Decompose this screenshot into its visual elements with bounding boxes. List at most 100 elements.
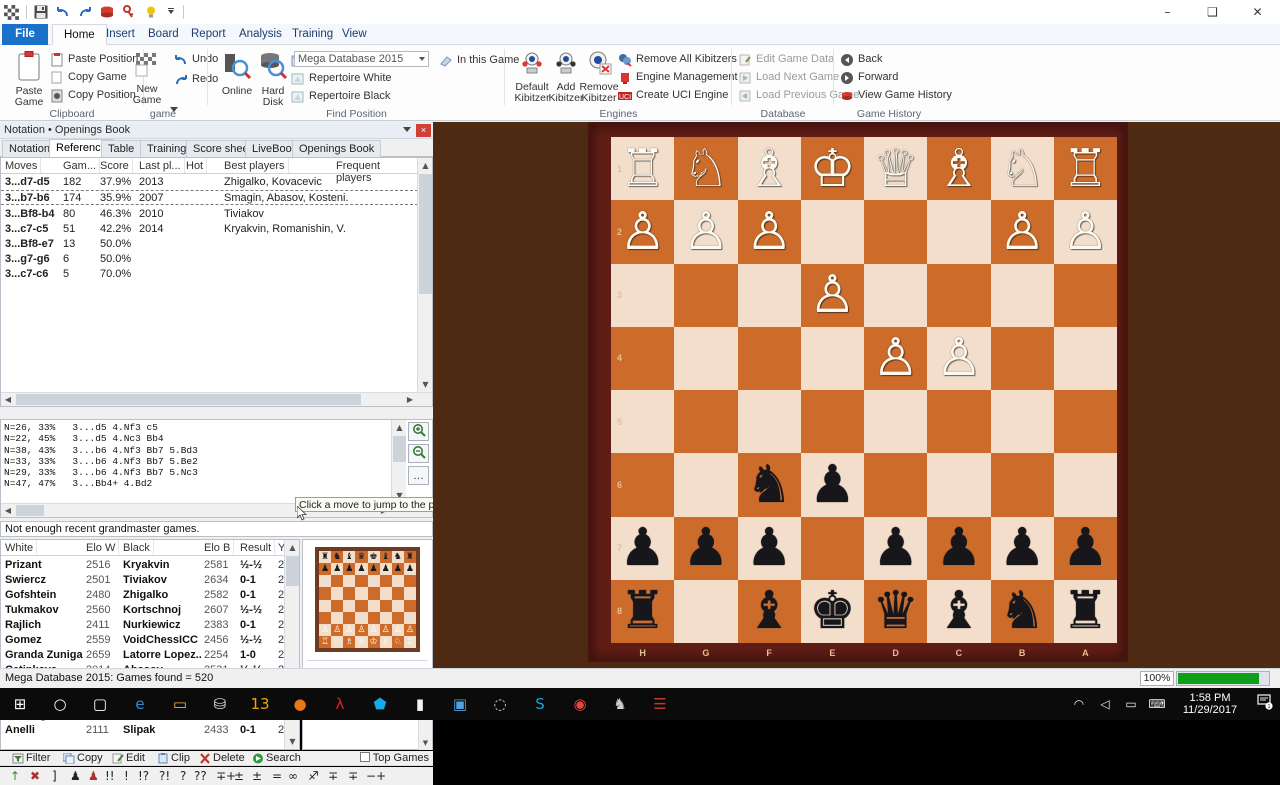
more-options-icon[interactable] bbox=[166, 5, 176, 20]
table-row[interactable]: Rajlich 2411 Nurkiewicz 2383 0-1 2 bbox=[1, 618, 286, 633]
symbol-pawn-red[interactable]: ♟ bbox=[88, 769, 99, 783]
photo-app-icon[interactable]: ▣ bbox=[440, 688, 480, 720]
chess-piece-k[interactable]: ♚ bbox=[809, 585, 856, 637]
variation-line[interactable]: N=22, 45% 3...d5 4.Nc3 Bb4 bbox=[4, 433, 164, 444]
reference-vertical-scrollbar[interactable]: ▲ ▼ bbox=[417, 158, 432, 392]
tab-view[interactable]: View bbox=[331, 24, 378, 45]
column-best-players[interactable]: Best players bbox=[224, 160, 285, 172]
symbol-black-big[interactable]: −+ bbox=[366, 769, 386, 783]
board-square-b2[interactable]: ♙ bbox=[991, 200, 1054, 263]
maximize-button[interactable]: ❑ bbox=[1190, 0, 1235, 24]
column-elo-w[interactable]: Elo W bbox=[86, 542, 115, 554]
chess-piece-r[interactable]: ♜ bbox=[619, 585, 666, 637]
acrobat-reader-icon[interactable]: λ bbox=[320, 688, 360, 720]
symbol-double-bang[interactable]: !! bbox=[105, 769, 115, 783]
database-icon[interactable] bbox=[100, 5, 115, 20]
scroll-right-icon[interactable]: ▶ bbox=[403, 393, 417, 406]
board-square-a1[interactable]: ♖ bbox=[1054, 137, 1117, 200]
chess-piece-p[interactable]: ♟ bbox=[1062, 522, 1109, 574]
board-square-h1[interactable]: 1♖ bbox=[611, 137, 674, 200]
edit-button[interactable]: Edit bbox=[112, 752, 145, 765]
minimize-button[interactable]: – bbox=[1145, 0, 1190, 24]
board-square-b4[interactable] bbox=[991, 327, 1054, 390]
more-options-button[interactable]: … bbox=[408, 466, 429, 485]
board-square-h3[interactable]: 3 bbox=[611, 264, 674, 327]
symbol-black-clear[interactable]: ∓ bbox=[348, 769, 358, 783]
chess-piece-P[interactable]: ♙ bbox=[999, 206, 1046, 258]
board-square-a8[interactable]: ♜ bbox=[1054, 580, 1117, 643]
board-square-g8[interactable] bbox=[674, 580, 737, 643]
edit-game-data-button[interactable]: Edit Game Data bbox=[738, 51, 834, 68]
board-square-f1[interactable]: ♗ bbox=[738, 137, 801, 200]
board-square-d1[interactable]: ♕ bbox=[864, 137, 927, 200]
battery-icon[interactable]: ▭ bbox=[1118, 697, 1144, 711]
table-row[interactable]: Prizant 2516 Kryakvin 2581 ½-½ 2 bbox=[1, 558, 286, 573]
board-square-c8[interactable]: ♝ bbox=[927, 580, 990, 643]
board-square-g7[interactable]: ♟ bbox=[674, 517, 737, 580]
bulb-icon[interactable] bbox=[144, 5, 159, 20]
search-button[interactable]: Search bbox=[252, 752, 301, 765]
shield-app-icon[interactable]: ⬟ bbox=[360, 688, 400, 720]
board-square-d7[interactable]: ♟ bbox=[864, 517, 927, 580]
scroll-thumb[interactable] bbox=[16, 505, 44, 516]
board-square-e1[interactable]: ♔ bbox=[801, 137, 864, 200]
board-square-a7[interactable]: ♟ bbox=[1054, 517, 1117, 580]
chess-piece-r[interactable]: ♜ bbox=[1062, 585, 1109, 637]
board-square-b8[interactable]: ♞ bbox=[991, 580, 1054, 643]
board-square-e6[interactable]: ♟ bbox=[801, 453, 864, 516]
board-square-d4[interactable]: ♙ bbox=[864, 327, 927, 390]
remove-kibitzer-button[interactable]: Remove Kibitzer bbox=[576, 51, 622, 104]
chess-piece-P[interactable]: ♙ bbox=[619, 206, 666, 258]
chess-piece-n[interactable]: ♞ bbox=[999, 585, 1046, 637]
chess-piece-P[interactable]: ♙ bbox=[1062, 206, 1109, 258]
board-square-f8[interactable]: ♝ bbox=[738, 580, 801, 643]
board-square-c1[interactable]: ♗ bbox=[927, 137, 990, 200]
tab-file[interactable]: File bbox=[2, 24, 48, 45]
microsoft-store-icon[interactable]: ⛁ bbox=[200, 688, 240, 720]
repertoire-white-button[interactable]: Repertoire White bbox=[291, 70, 392, 87]
board-square-g5[interactable] bbox=[674, 390, 737, 453]
table-row[interactable]: Anelli 2111 Slipak 2433 0-1 2 bbox=[1, 723, 286, 738]
table-row[interactable]: 3...Bf8-e7 13 50.0% bbox=[1, 237, 418, 252]
board-square-b6[interactable] bbox=[991, 453, 1054, 516]
scroll-down-icon[interactable]: ▼ bbox=[285, 734, 300, 749]
tab-openings-book[interactable]: Openings Book bbox=[292, 140, 381, 157]
preview-chessboard[interactable]: ♜♞♝♛♚♝♞♜♟♟♟♟♟♟♟♟♙♙♙♙♙♙♙♙♖♘♗♕♔♗♘♖ bbox=[315, 547, 420, 652]
chess-piece-p[interactable]: ♟ bbox=[809, 459, 856, 511]
calendar-13-icon[interactable]: 13 bbox=[240, 688, 280, 720]
board-square-b7[interactable]: ♟ bbox=[991, 517, 1054, 580]
chess-piece-B[interactable]: ♗ bbox=[936, 143, 983, 195]
table-row[interactable]: Swiercz 2501 Tiviakov 2634 0-1 2 bbox=[1, 573, 286, 588]
chess-piece-b[interactable]: ♝ bbox=[746, 585, 793, 637]
key-icon[interactable] bbox=[122, 5, 137, 20]
notification-center-icon[interactable]: 1 bbox=[1250, 694, 1280, 714]
reference-horizontal-scrollbar[interactable]: ◀ ▶ bbox=[1, 392, 432, 406]
chess-piece-q[interactable]: ♛ bbox=[872, 585, 919, 637]
symbol-double-question[interactable]: ?? bbox=[194, 769, 207, 783]
board-square-f6[interactable]: ♞ bbox=[738, 453, 801, 516]
create-uci-engine-button[interactable]: UCI Create UCI Engine bbox=[618, 87, 728, 104]
chess-piece-P[interactable]: ♙ bbox=[936, 332, 983, 384]
top-games-checkbox[interactable]: Top Games bbox=[360, 752, 429, 764]
board-square-f3[interactable] bbox=[738, 264, 801, 327]
board-square-g3[interactable] bbox=[674, 264, 737, 327]
chess-piece-P[interactable]: ♙ bbox=[872, 332, 919, 384]
scroll-left-icon[interactable]: ◀ bbox=[1, 504, 15, 517]
paste-game-button[interactable]: Paste Game bbox=[6, 51, 52, 108]
chess-piece-p[interactable]: ♟ bbox=[683, 522, 730, 574]
symbol-black-slight[interactable]: ∓ bbox=[328, 769, 338, 783]
chess-piece-P[interactable]: ♙ bbox=[809, 269, 856, 321]
clock[interactable]: 1:58 PM 11/29/2017 bbox=[1170, 692, 1250, 716]
board-square-e3[interactable]: ♙ bbox=[801, 264, 864, 327]
symbol-pawn-white[interactable]: ♟ bbox=[70, 769, 81, 783]
table-row[interactable]: 3...c7-c5 51 42.2% 2014 Kryakvin, Romani… bbox=[1, 222, 418, 237]
back-button[interactable]: Back bbox=[840, 51, 882, 68]
chess-piece-b[interactable]: ♝ bbox=[936, 585, 983, 637]
chevron-down-icon[interactable] bbox=[403, 127, 411, 132]
table-row[interactable]: Granda Zuniga 2659 Latorre Lopez.. 2254 … bbox=[1, 648, 286, 663]
board-square-a3[interactable] bbox=[1054, 264, 1117, 327]
column-elo-b[interactable]: Elo B bbox=[204, 542, 230, 554]
volume-icon[interactable]: ◁ bbox=[1092, 697, 1118, 711]
board-square-b5[interactable] bbox=[991, 390, 1054, 453]
panel-close-button[interactable]: × bbox=[416, 124, 431, 137]
